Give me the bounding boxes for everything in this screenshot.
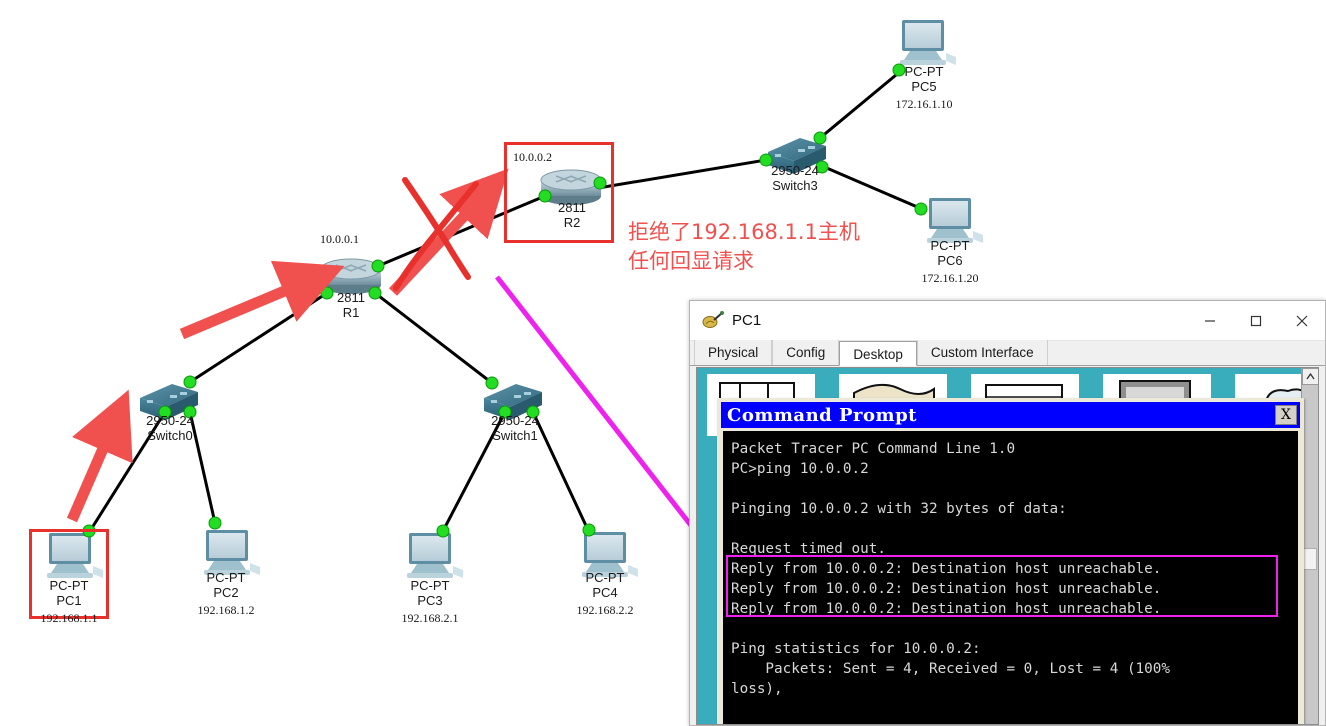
desktop-panel: Command Prompt X Packet Tracer PC Comman…	[696, 367, 1319, 725]
window-title: PC1	[732, 312, 762, 329]
label-switch3-model: 2950-24	[771, 163, 819, 178]
label-pc2-name: PC2	[213, 585, 239, 600]
label-r2-ip: 10.0.0.2	[513, 150, 552, 164]
label-switch0-name: Switch0	[147, 428, 193, 443]
label-pc1-model: PC-PT	[49, 578, 89, 593]
label-switch3: 2950-24 Switch3	[735, 163, 855, 193]
tab-desktop[interactable]: Desktop	[839, 341, 917, 366]
window-controls	[1187, 301, 1325, 340]
label-pc5-name: PC5	[911, 79, 937, 94]
console-output-text: Packet Tracer PC Command Line 1.0 PC>pin…	[731, 441, 1170, 697]
label-pc3-model: PC-PT	[410, 578, 450, 593]
label-pc5-model: PC-PT	[904, 64, 944, 79]
packet-tracer-icon	[702, 310, 724, 331]
label-pc4: PC-PT PC4 192.168.2.2	[545, 570, 665, 618]
scroll-up-button[interactable]	[1302, 368, 1318, 385]
label-pc6-model: PC-PT	[930, 238, 970, 253]
pc1-window[interactable]: PC1 Physical Config Desktop Custom Inter…	[689, 300, 1326, 726]
label-pc5-ip: 172.16.1.10	[895, 97, 953, 111]
label-r2: 2811 R2	[512, 200, 632, 230]
label-switch3-name: Switch3	[772, 178, 818, 193]
label-pc2-ip: 192.168.1.2	[197, 603, 255, 617]
label-r1-ip: 10.0.0.1	[320, 232, 359, 246]
label-pc6-ip: 172.16.1.20	[921, 271, 979, 285]
label-pc2: PC-PT PC2 192.168.1.2	[166, 570, 286, 618]
command-prompt-title: Command Prompt	[727, 404, 917, 426]
device-icon-pc6[interactable]	[927, 198, 983, 243]
label-switch1-model: 2950-24	[491, 413, 539, 428]
red-cross-mark	[393, 177, 479, 291]
device-icon-pc3[interactable]	[407, 533, 463, 578]
label-pc6: PC-PT PC6 172.16.1.20	[890, 238, 1010, 286]
label-pc3-ip: 192.168.2.1	[401, 611, 459, 625]
label-pc4-ip: 192.168.2.2	[576, 603, 634, 617]
label-r2-model: 2811	[558, 200, 586, 215]
label-pc4-name: PC4	[592, 585, 618, 600]
minimize-button[interactable]	[1187, 301, 1233, 340]
tab-bar[interactable]: Physical Config Desktop Custom Interface	[690, 340, 1325, 366]
label-pc6-name: PC6	[937, 253, 963, 268]
label-switch0: 2950-24 Switch0	[110, 413, 230, 443]
label-pc3: PC-PT PC3 192.168.2.1	[370, 578, 490, 626]
label-pc3-name: PC3	[417, 593, 443, 608]
window-title-bar[interactable]: PC1	[690, 301, 1325, 341]
label-r1-name: R1	[342, 305, 360, 320]
command-prompt-console[interactable]: Packet Tracer PC Command Line 1.0 PC>pin…	[723, 431, 1298, 724]
command-prompt-close-button[interactable]: X	[1275, 405, 1297, 425]
annotation-text-line2: 任何回显请求	[628, 249, 754, 273]
tab-custom-interface[interactable]: Custom Interface	[916, 340, 1048, 365]
label-pc4-model: PC-PT	[585, 570, 625, 585]
command-prompt-window[interactable]: Command Prompt X Packet Tracer PC Comman…	[717, 398, 1304, 724]
tab-config[interactable]: Config	[772, 340, 840, 365]
label-r1-model: 2811	[337, 290, 365, 305]
device-icon-pc2[interactable]	[204, 530, 260, 575]
device-icon-pc5[interactable]	[900, 20, 956, 65]
scrollbar-thumb[interactable]	[1303, 548, 1317, 570]
command-prompt-title-bar[interactable]: Command Prompt X	[721, 402, 1300, 428]
label-pc1-ip: 192.168.1.1	[40, 611, 98, 625]
tab-physical[interactable]: Physical	[694, 340, 773, 365]
screenshot-root: 10.0.0.2 2811 R2 10.0.0.1 2811 R1 2950-2…	[0, 0, 1326, 726]
label-r1: 2811 R1	[291, 290, 411, 320]
label-switch1-name: Switch1	[492, 428, 538, 443]
label-pc2-model: PC-PT	[206, 570, 246, 585]
maximize-button[interactable]	[1233, 301, 1279, 340]
label-r2-name: R2	[563, 215, 581, 230]
label-pc5: PC-PT PC5 172.16.1.10	[864, 64, 984, 112]
label-switch0-model: 2950-24	[146, 413, 194, 428]
label-pc1-name: PC1	[56, 593, 82, 608]
label-switch1: 2950-24 Switch1	[455, 413, 575, 443]
annotation-arrows	[66, 168, 728, 572]
close-button[interactable]	[1279, 301, 1325, 340]
label-pc1: PC-PT PC1 192.168.1.1	[9, 578, 129, 626]
red-arrow-to-r1	[179, 260, 345, 340]
